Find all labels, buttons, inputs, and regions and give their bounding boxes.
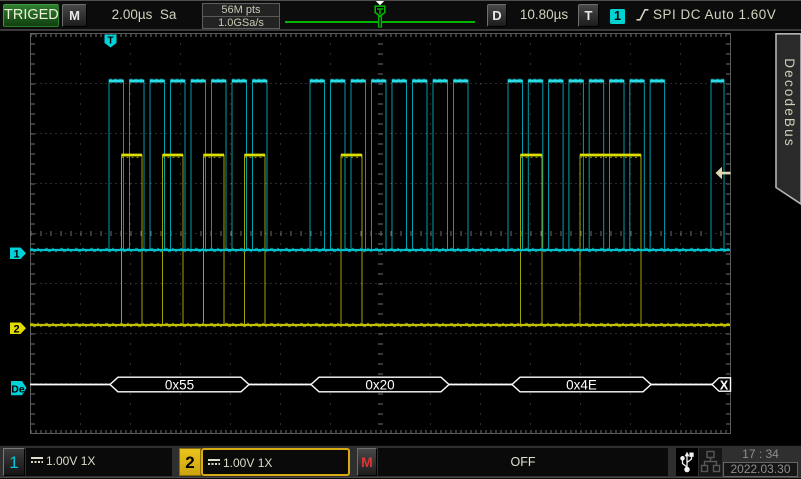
svg-text:2: 2 — [13, 324, 19, 336]
svg-text:0x4E: 0x4E — [566, 378, 597, 393]
svg-text:0x20: 0x20 — [365, 378, 394, 393]
svg-text:De: De — [11, 383, 25, 395]
svg-text:X: X — [720, 379, 729, 393]
svg-text:0x55: 0x55 — [165, 378, 194, 393]
svg-text:T: T — [107, 36, 113, 47]
svg-text:DecodeBus: DecodeBus — [782, 58, 797, 148]
svg-text:1: 1 — [13, 249, 19, 261]
